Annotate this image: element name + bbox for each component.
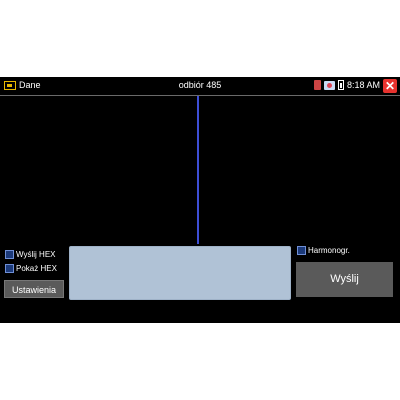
settings-button[interactable]: Ustawienia (4, 280, 64, 298)
folder-icon[interactable] (4, 81, 16, 90)
checkbox-box[interactable] (297, 246, 306, 255)
usb-icon (323, 80, 335, 90)
app-screen: Dane odbiór 485 8:18 AM ✕ Wyślij HEX Pok… (0, 77, 400, 323)
bottom-panel: Wyślij HEX Pokaż HEX Ustawienia Harmonog… (0, 244, 400, 323)
data-title: Dane (19, 80, 41, 90)
harmonogram-checkbox[interactable]: Harmonogr. (297, 246, 350, 255)
receive-log[interactable] (0, 96, 400, 244)
message-input[interactable] (69, 246, 291, 300)
top-bar: Dane odbiór 485 8:18 AM ✕ (0, 77, 400, 95)
close-icon[interactable]: ✕ (383, 79, 397, 93)
show-hex-label: Pokaż HEX (16, 264, 57, 273)
battery-icon (337, 80, 344, 90)
sd-card-icon (313, 80, 321, 90)
show-hex-checkbox[interactable]: Pokaż HEX (5, 264, 57, 273)
text-cursor (197, 96, 199, 244)
status-bar: 8:18 AM (313, 80, 380, 90)
clock: 8:18 AM (346, 80, 380, 90)
send-hex-label: Wyślij HEX (16, 250, 56, 259)
checkbox-box[interactable] (5, 250, 14, 259)
send-hex-checkbox[interactable]: Wyślij HEX (5, 250, 55, 259)
checkbox-box[interactable] (5, 264, 14, 273)
send-button[interactable]: Wyślij (296, 262, 393, 297)
harmonogram-label: Harmonogr. (308, 246, 350, 255)
